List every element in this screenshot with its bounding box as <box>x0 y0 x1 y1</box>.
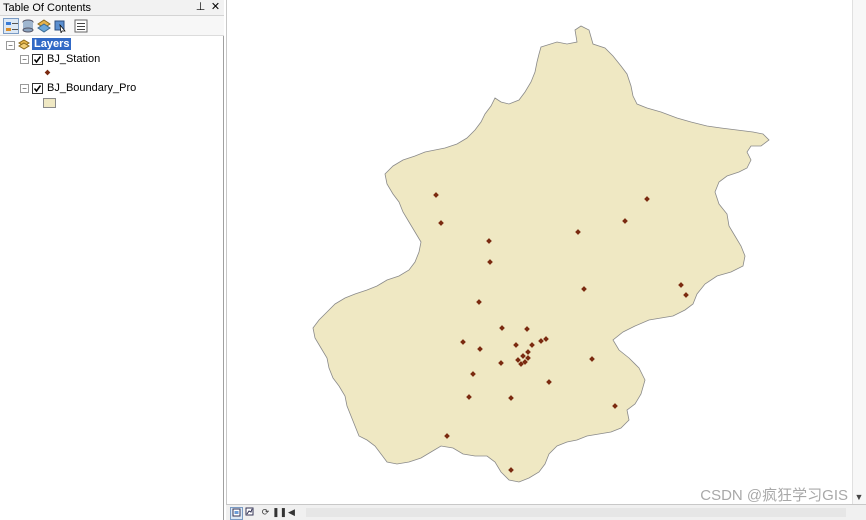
bj-boundary-label[interactable]: BJ_Boundary_Pro <box>47 82 136 94</box>
beijing-boundary-polygon[interactable] <box>312 25 770 483</box>
list-by-drawing-order-button[interactable] <box>3 18 19 34</box>
toc-title-bar: Table Of Contents ⊥ ✕ <box>0 0 224 16</box>
watermark-text: CSDN @疯狂学习GIS <box>700 487 848 504</box>
map-canvas[interactable] <box>227 0 853 504</box>
layers-expander[interactable]: − <box>6 41 15 50</box>
bj-boundary-expander[interactable]: − <box>20 84 29 93</box>
pause-icon[interactable]: ❚❚ <box>272 507 287 518</box>
data-view-icon <box>245 507 254 516</box>
scroll-left-arrow[interactable]: ◀ <box>286 507 297 518</box>
toc-tree: − Layers − BJ_Station − BJ_Boundary_Pro <box>0 37 224 520</box>
bj-station-checkbox[interactable] <box>32 54 43 65</box>
scroll-down-arrow[interactable]: ▼ <box>852 492 866 504</box>
list-by-visibility-button[interactable] <box>36 18 52 34</box>
layout-view-icon <box>232 508 241 517</box>
toc-options-button[interactable] <box>73 18 89 34</box>
layout-view-button[interactable] <box>230 507 243 520</box>
horizontal-scrollbar[interactable] <box>306 508 846 517</box>
pin-icon[interactable]: ⊥ <box>194 1 207 14</box>
table-of-contents-pane: Table Of Contents ⊥ ✕ − Layers − BJ_Stat… <box>0 0 224 520</box>
bj-boundary-checkbox[interactable] <box>32 83 43 94</box>
bj-station-label[interactable]: BJ_Station <box>47 53 100 65</box>
data-view-button[interactable] <box>244 507 255 518</box>
map-status-bar: ⟳ ❚❚ ◀ <box>226 504 866 520</box>
checkmark-icon <box>33 56 42 64</box>
map-view[interactable] <box>226 0 866 520</box>
toc-toolbar <box>0 16 224 36</box>
polygon-fill-symbol <box>43 98 56 108</box>
vertical-scrollbar[interactable] <box>852 0 866 504</box>
close-icon[interactable]: ✕ <box>209 1 222 14</box>
list-by-visibility-icon <box>37 19 51 33</box>
layers-icon <box>18 39 30 50</box>
checkmark-icon <box>33 85 42 93</box>
layers-root-label[interactable]: Layers <box>32 38 72 50</box>
list-by-selection-button[interactable] <box>52 18 68 34</box>
point-marker-symbol <box>44 69 51 76</box>
list-by-selection-icon <box>54 20 66 33</box>
list-by-source-icon <box>22 19 34 33</box>
refresh-icon[interactable]: ⟳ <box>260 507 271 518</box>
options-icon <box>74 19 88 33</box>
list-by-drawing-order-icon <box>6 22 18 31</box>
list-by-source-button[interactable] <box>20 18 36 34</box>
bj-station-expander[interactable]: − <box>20 55 29 64</box>
toc-title: Table Of Contents <box>3 2 92 14</box>
